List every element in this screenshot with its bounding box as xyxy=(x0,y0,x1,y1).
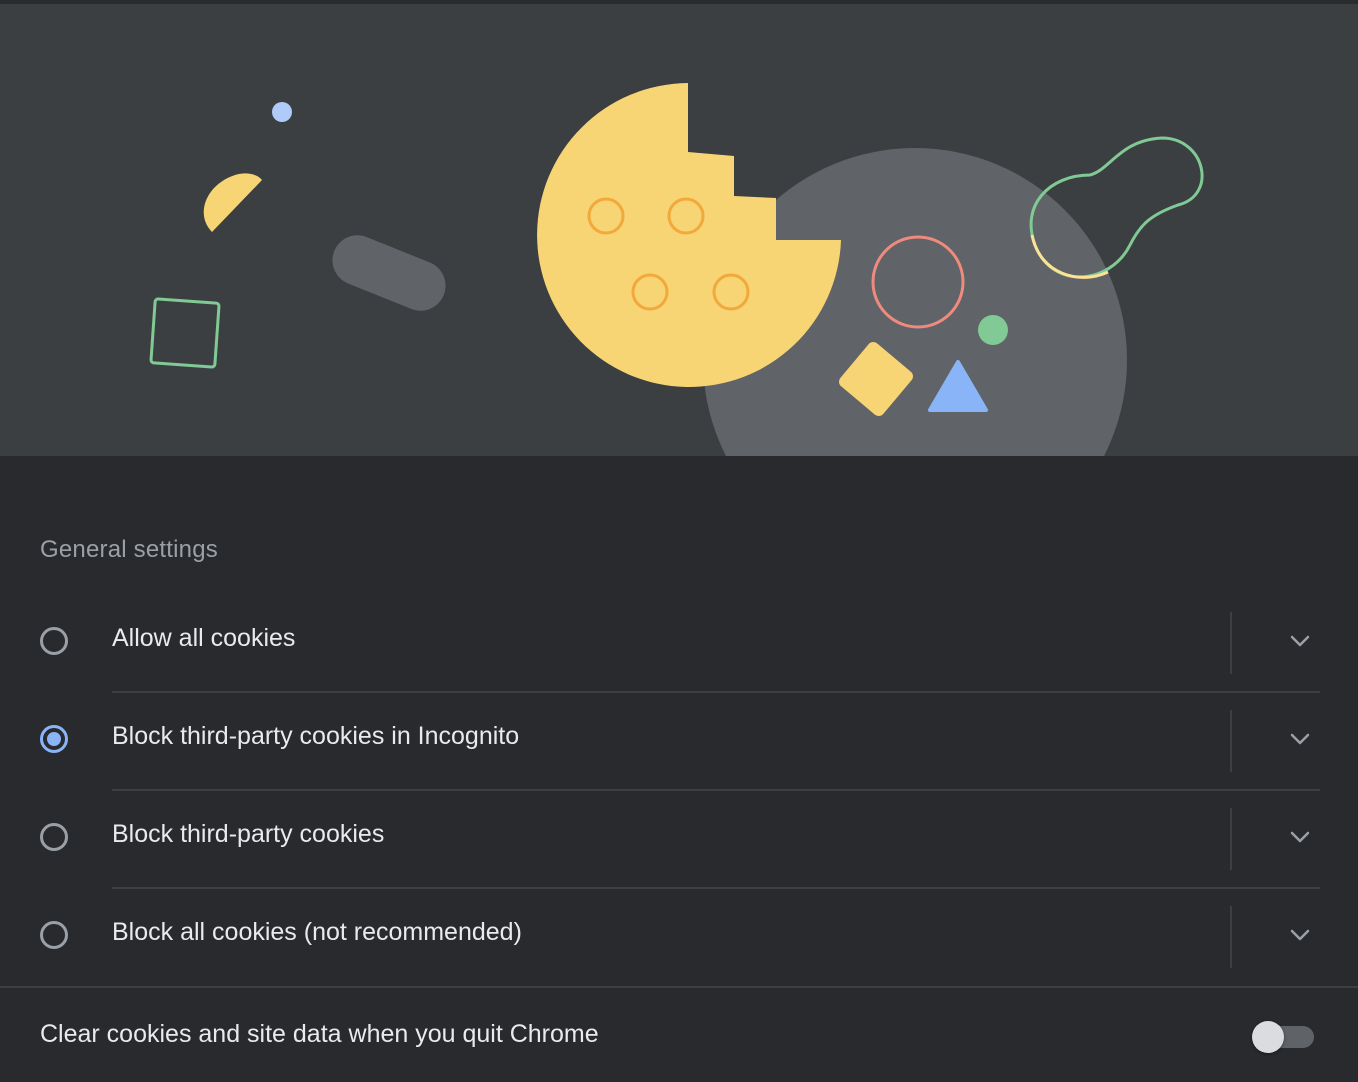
gray-pill-shape xyxy=(332,235,446,311)
option-block-third-party[interactable]: Block third-party cookies xyxy=(0,790,1358,888)
clear-on-quit-label: Clear cookies and site data when you qui… xyxy=(40,1020,599,1048)
expand-button[interactable] xyxy=(1284,919,1316,951)
option-allow-all-cookies[interactable]: Allow all cookies xyxy=(0,594,1358,692)
row-separator xyxy=(1230,906,1232,968)
cookie-illustration xyxy=(0,4,1358,456)
radio-button[interactable] xyxy=(40,823,68,851)
row-separator xyxy=(1230,710,1232,772)
blue-dot-shape xyxy=(272,102,292,122)
radio-button-selected[interactable] xyxy=(40,725,68,753)
radio-button[interactable] xyxy=(40,627,68,655)
chevron-down-icon xyxy=(1290,635,1310,647)
expand-button[interactable] xyxy=(1284,821,1316,853)
option-label: Allow all cookies xyxy=(112,624,296,652)
expand-button[interactable] xyxy=(1284,625,1316,657)
green-square-shape xyxy=(149,297,221,369)
cookie-illustration-art xyxy=(149,83,1204,456)
radio-button[interactable] xyxy=(40,921,68,949)
option-label: Block third-party cookies in Incognito xyxy=(112,722,520,750)
chevron-down-icon xyxy=(1290,831,1310,843)
general-settings-heading: General settings xyxy=(40,536,218,563)
toggle-knob xyxy=(1252,1021,1284,1053)
yellow-half-moon-shape xyxy=(203,173,262,232)
row-separator xyxy=(1230,808,1232,870)
option-block-third-party-incognito[interactable]: Block third-party cookies in Incognito xyxy=(0,692,1358,790)
row-separator xyxy=(1230,612,1232,674)
expand-button[interactable] xyxy=(1284,723,1316,755)
chevron-down-icon xyxy=(1290,929,1310,941)
option-block-all-cookies[interactable]: Block all cookies (not recommended) xyxy=(0,888,1358,986)
section-divider xyxy=(0,986,1358,988)
option-label: Block all cookies (not recommended) xyxy=(112,918,522,946)
option-label: Block third-party cookies xyxy=(112,820,385,848)
green-dot-shape xyxy=(978,315,1008,345)
chevron-down-icon xyxy=(1290,733,1310,745)
clear-on-quit-toggle[interactable] xyxy=(1252,1021,1314,1053)
